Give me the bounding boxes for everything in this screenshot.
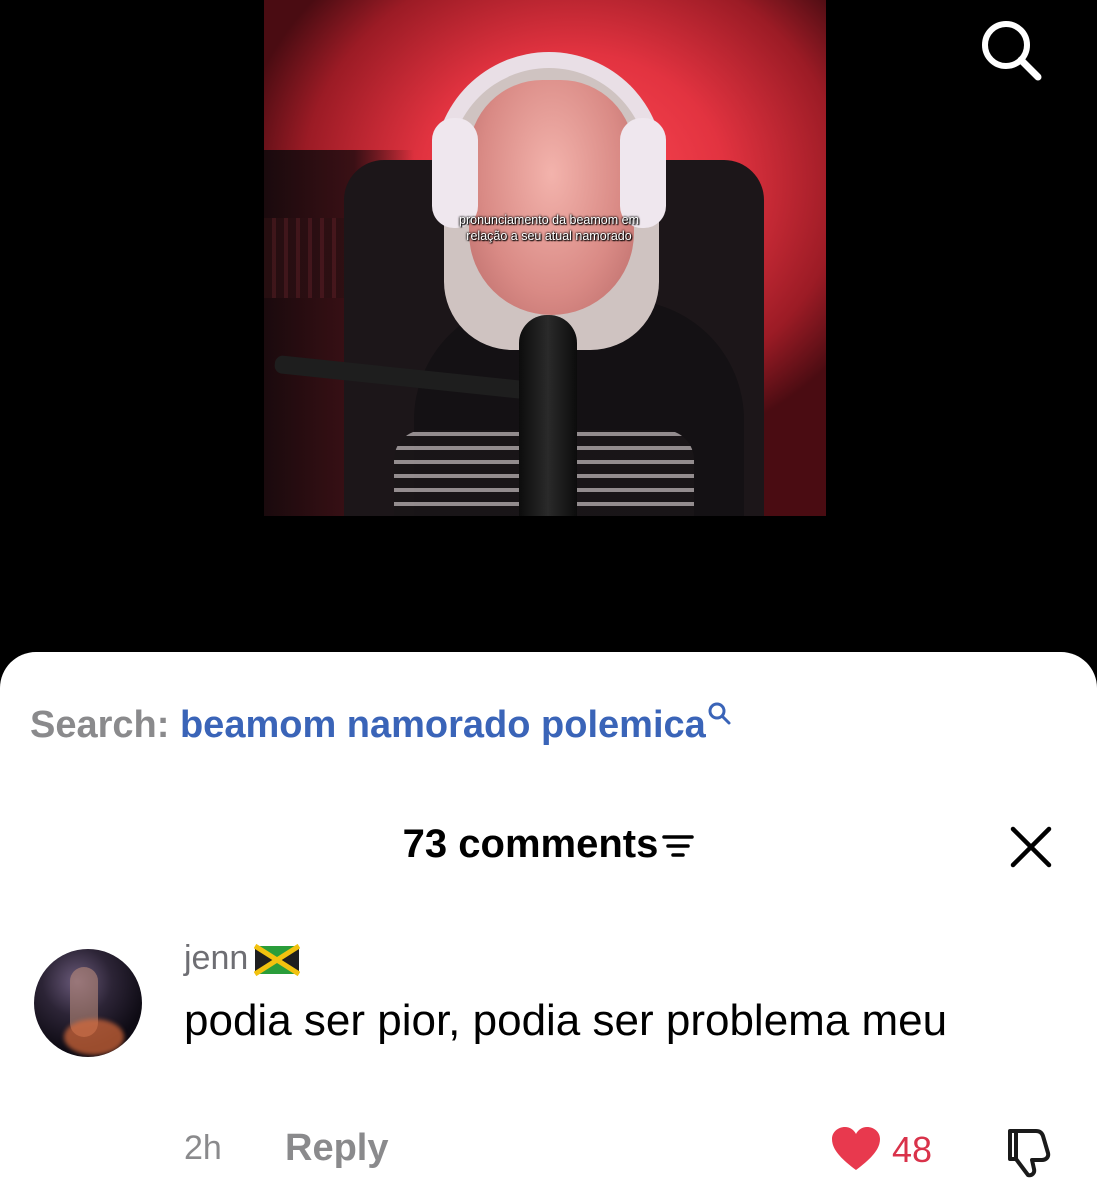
close-icon[interactable] bbox=[1008, 824, 1054, 870]
like-count: 48 bbox=[892, 1129, 933, 1170]
video-area[interactable]: pronunciamento da beamom em relação a se… bbox=[0, 0, 1097, 680]
microphone bbox=[519, 315, 577, 516]
comment-username-text: jenn bbox=[184, 939, 249, 977]
search-icon bbox=[708, 702, 731, 725]
video-caption: pronunciamento da beamom em relação a se… bbox=[459, 213, 639, 243]
comments-count: 73 comments bbox=[402, 822, 659, 866]
search-suggestion-query[interactable]: beamom namorado polemica bbox=[180, 704, 706, 746]
jamaica-flag-icon bbox=[254, 943, 301, 977]
heart-icon[interactable] bbox=[830, 1125, 882, 1173]
comment-timestamp: 2h bbox=[184, 1129, 222, 1167]
filter-icon[interactable] bbox=[662, 833, 695, 859]
comments-count-title[interactable]: 73 comments bbox=[0, 822, 1097, 867]
avatar-light bbox=[64, 1019, 124, 1055]
comment-item: jenn podia ser pior, podia ser problema … bbox=[0, 937, 1097, 1197]
search-icon[interactable] bbox=[972, 14, 1052, 84]
avatar[interactable] bbox=[34, 949, 142, 1057]
thumbs-down-icon[interactable] bbox=[1000, 1123, 1056, 1179]
search-suggestion[interactable]: Search: beamom namorado polemica bbox=[30, 702, 734, 747]
comments-sheet: Search: beamom namorado polemica 73 comm… bbox=[0, 652, 1097, 1200]
reply-button[interactable]: Reply bbox=[285, 1127, 388, 1170]
comment-username[interactable]: jenn bbox=[184, 939, 301, 978]
video-player[interactable]: pronunciamento da beamom em relação a se… bbox=[264, 0, 826, 516]
comment-text: podia ser pior, podia ser problema meu bbox=[184, 996, 948, 1045]
search-suggestion-label: Search: bbox=[30, 704, 170, 746]
